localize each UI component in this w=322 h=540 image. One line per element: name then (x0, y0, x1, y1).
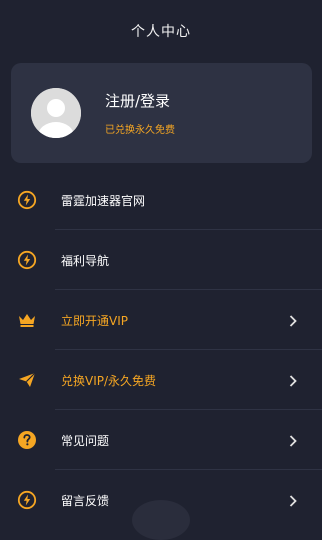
menu-item-welfare-nav[interactable]: 福利导航 (0, 230, 322, 290)
top-header: 个人中心 (0, 0, 322, 62)
menu-item-label: 留言反馈 (61, 493, 110, 508)
menu-item-label: 雷霆加速器官网 (61, 193, 146, 208)
chevron-right-icon (288, 493, 298, 507)
avatar[interactable] (31, 88, 81, 138)
chevron-right-icon (288, 313, 298, 327)
lightning-icon (17, 250, 37, 270)
profile-card[interactable]: 注册/登录 已兑换永久免费 (11, 63, 312, 163)
crown-icon (17, 310, 37, 330)
menu-item-official-site[interactable]: 雷霆加速器官网 (0, 170, 322, 230)
vip-status-text: 已兑换永久免费 (105, 125, 175, 136)
page-title: 个人中心 (131, 24, 191, 40)
menu-item-open-vip[interactable]: 立即开通VIP (0, 290, 322, 350)
lightning-icon (17, 490, 37, 510)
menu-item-faq[interactable]: 常见问题 (0, 410, 322, 470)
menu-item-redeem-vip[interactable]: 兑换VIP/永久免费 (0, 350, 322, 410)
menu-item-label: 兑换VIP/永久免费 (61, 373, 157, 388)
user-avatar-icon (31, 88, 81, 138)
chevron-right-icon (288, 433, 298, 447)
paper-plane-icon (17, 370, 37, 390)
chevron-right-icon (288, 373, 298, 387)
menu-item-label: 常见问题 (61, 433, 110, 448)
lightning-icon (17, 190, 37, 210)
menu-item-label: 立即开通VIP (61, 313, 128, 328)
question-icon (17, 430, 37, 450)
menu-item-label: 福利导航 (61, 253, 110, 268)
login-register-link[interactable]: 注册/登录 (105, 90, 170, 111)
menu-list: 雷霆加速器官网 福利导航 立即开通VIP 兑换VIP/永久免费 常见问题 留言反… (0, 170, 322, 530)
bottom-tab-bump (132, 500, 190, 540)
